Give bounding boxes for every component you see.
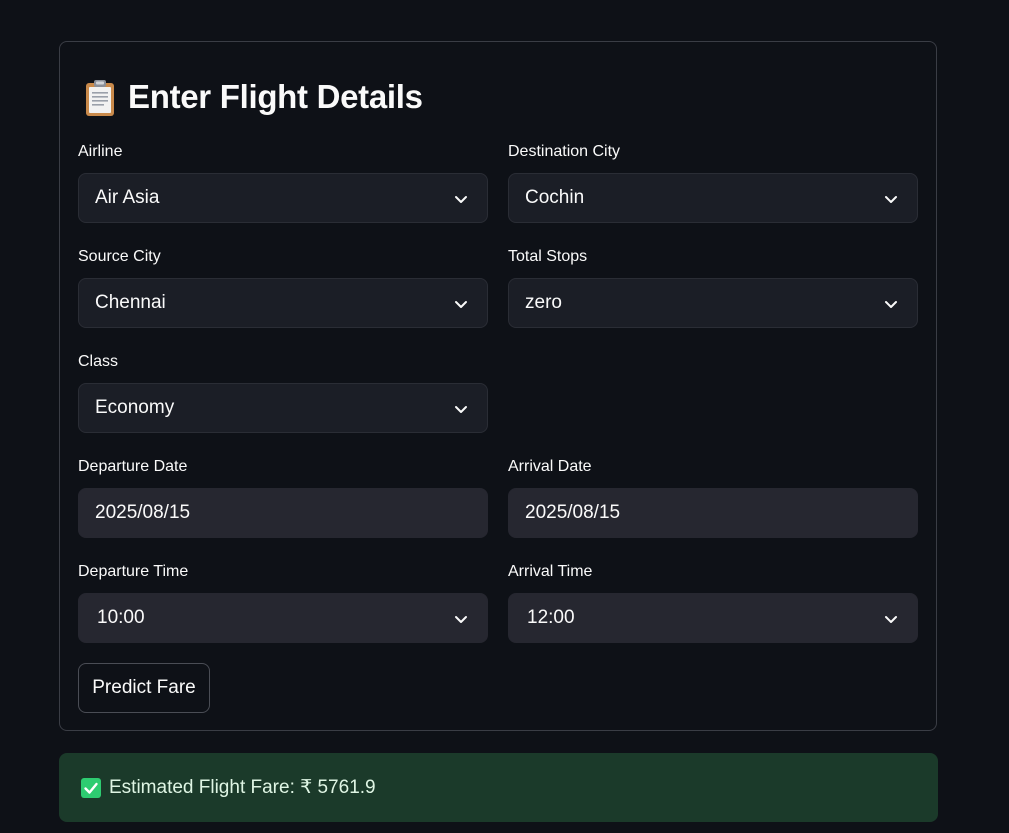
destination-city-label: Destination City <box>508 143 621 160</box>
arrival-time-select[interactable]: 12:00 <box>508 593 918 643</box>
departure-time-label: Departure Time <box>78 563 189 580</box>
predict-fare-button[interactable]: Predict Fare <box>78 663 210 713</box>
arrival-date-input[interactable]: 2025/08/15 <box>508 488 918 538</box>
chevron-down-icon <box>455 406 467 413</box>
arrival-date-value: 2025/08/15 <box>525 502 621 523</box>
chevron-down-icon <box>885 196 897 203</box>
fare-result-text: Estimated Flight Fare: ₹ 5761.9 <box>109 777 376 798</box>
class-value: Economy <box>95 397 175 418</box>
destination-city-value: Cochin <box>525 187 585 208</box>
source-city-value: Chennai <box>95 292 166 313</box>
arrival-time-label: Arrival Time <box>508 563 593 580</box>
departure-time-select[interactable]: 10:00 <box>78 593 488 643</box>
departure-time-value: 10:00 <box>97 607 145 628</box>
chevron-down-icon <box>455 301 467 308</box>
arrival-time-value: 12:00 <box>527 607 575 628</box>
arrival-date-label: Arrival Date <box>508 458 592 475</box>
chevron-down-icon <box>885 616 897 623</box>
total-stops-label: Total Stops <box>508 248 588 265</box>
chevron-down-icon <box>885 301 897 308</box>
airline-value: Air Asia <box>95 187 160 208</box>
fare-result-banner: Estimated Flight Fare: ₹ 5761.9 <box>59 753 938 822</box>
chevron-down-icon <box>455 616 467 623</box>
total-stops-select[interactable]: zero <box>508 278 918 328</box>
departure-date-value: 2025/08/15 <box>95 502 191 523</box>
source-city-select[interactable]: Chennai <box>78 278 488 328</box>
class-label: Class <box>78 353 119 370</box>
check-icon <box>81 777 101 798</box>
departure-date-input[interactable]: 2025/08/15 <box>78 488 488 538</box>
total-stops-value: zero <box>525 292 562 313</box>
form-title-text: Enter Flight Details <box>128 78 423 115</box>
destination-city-select[interactable]: Cochin <box>508 173 918 223</box>
chevron-down-icon <box>455 196 467 203</box>
clipboard-icon <box>84 79 114 116</box>
airline-select[interactable]: Air Asia <box>78 173 488 223</box>
departure-date-label: Departure Date <box>78 458 188 475</box>
class-select[interactable]: Economy <box>78 383 488 433</box>
form-title: Enter Flight Details <box>84 76 423 118</box>
source-city-label: Source City <box>78 248 161 265</box>
airline-label: Airline <box>78 143 123 160</box>
